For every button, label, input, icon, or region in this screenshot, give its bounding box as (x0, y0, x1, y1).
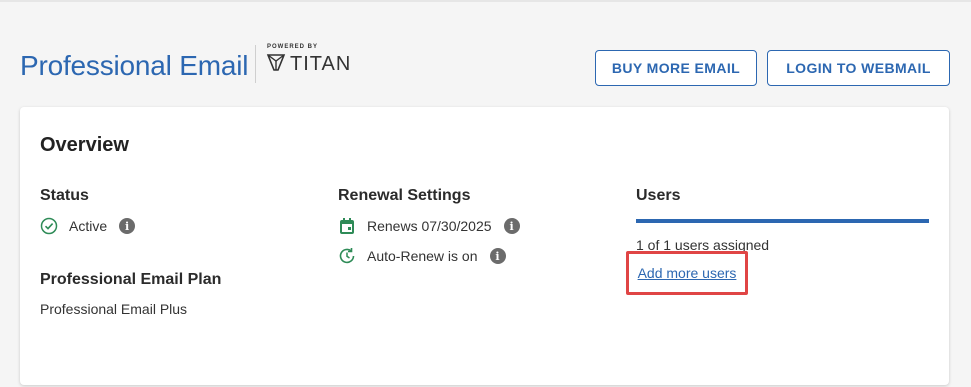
login-to-webmail-button[interactable]: LOGIN TO WEBMAIL (767, 50, 950, 86)
auto-renew-row: Auto-Renew is on i (338, 247, 618, 265)
page-header: Professional Email POWERED BY TITAN BUY … (20, 40, 950, 100)
users-column: Users 1 of 1 users assigned (636, 187, 929, 253)
page-title: Professional Email (20, 50, 249, 81)
titan-brand-name: TITAN (290, 53, 352, 75)
add-users-highlight: Add more users (626, 251, 748, 295)
renewal-date-row: Renews 07/30/2025 i (338, 217, 618, 235)
renewal-column: Renewal Settings Renews 07/30/2025 i Aut… (338, 187, 618, 265)
status-row: Active i (40, 217, 320, 235)
plan-label: Professional Email Plan (40, 271, 222, 288)
title-divider (255, 45, 256, 83)
plan-value: Professional Email Plus (40, 301, 188, 317)
status-label: Status (40, 187, 89, 204)
buy-more-email-button[interactable]: BUY MORE EMAIL (595, 50, 757, 86)
users-progress-bar (636, 219, 929, 223)
check-circle-icon (40, 217, 58, 235)
powered-by-label: POWERED BY (267, 44, 319, 50)
overview-card: Overview Status Active i Professional Em… (20, 107, 949, 385)
auto-renew-info-icon[interactable]: i (489, 248, 506, 264)
overview-heading: Overview (40, 134, 129, 156)
auto-renew-icon (338, 247, 356, 265)
renewal-label: Renewal Settings (338, 187, 471, 204)
renewal-info-icon[interactable]: i (503, 218, 520, 234)
top-border (0, 0, 971, 2)
titan-logo-icon (266, 52, 286, 77)
add-more-users-link[interactable]: Add more users (638, 265, 737, 281)
renewal-date-value: Renews 07/30/2025 (367, 218, 492, 234)
titan-logo: POWERED BY TITAN (266, 44, 351, 77)
auto-renew-value: Auto-Renew is on (367, 248, 478, 264)
status-value: Active (69, 218, 108, 234)
calendar-icon (338, 217, 356, 235)
status-column: Status Active i Professional Email Plan … (40, 187, 320, 317)
users-label: Users (636, 187, 681, 204)
status-info-icon[interactable]: i (119, 218, 136, 234)
